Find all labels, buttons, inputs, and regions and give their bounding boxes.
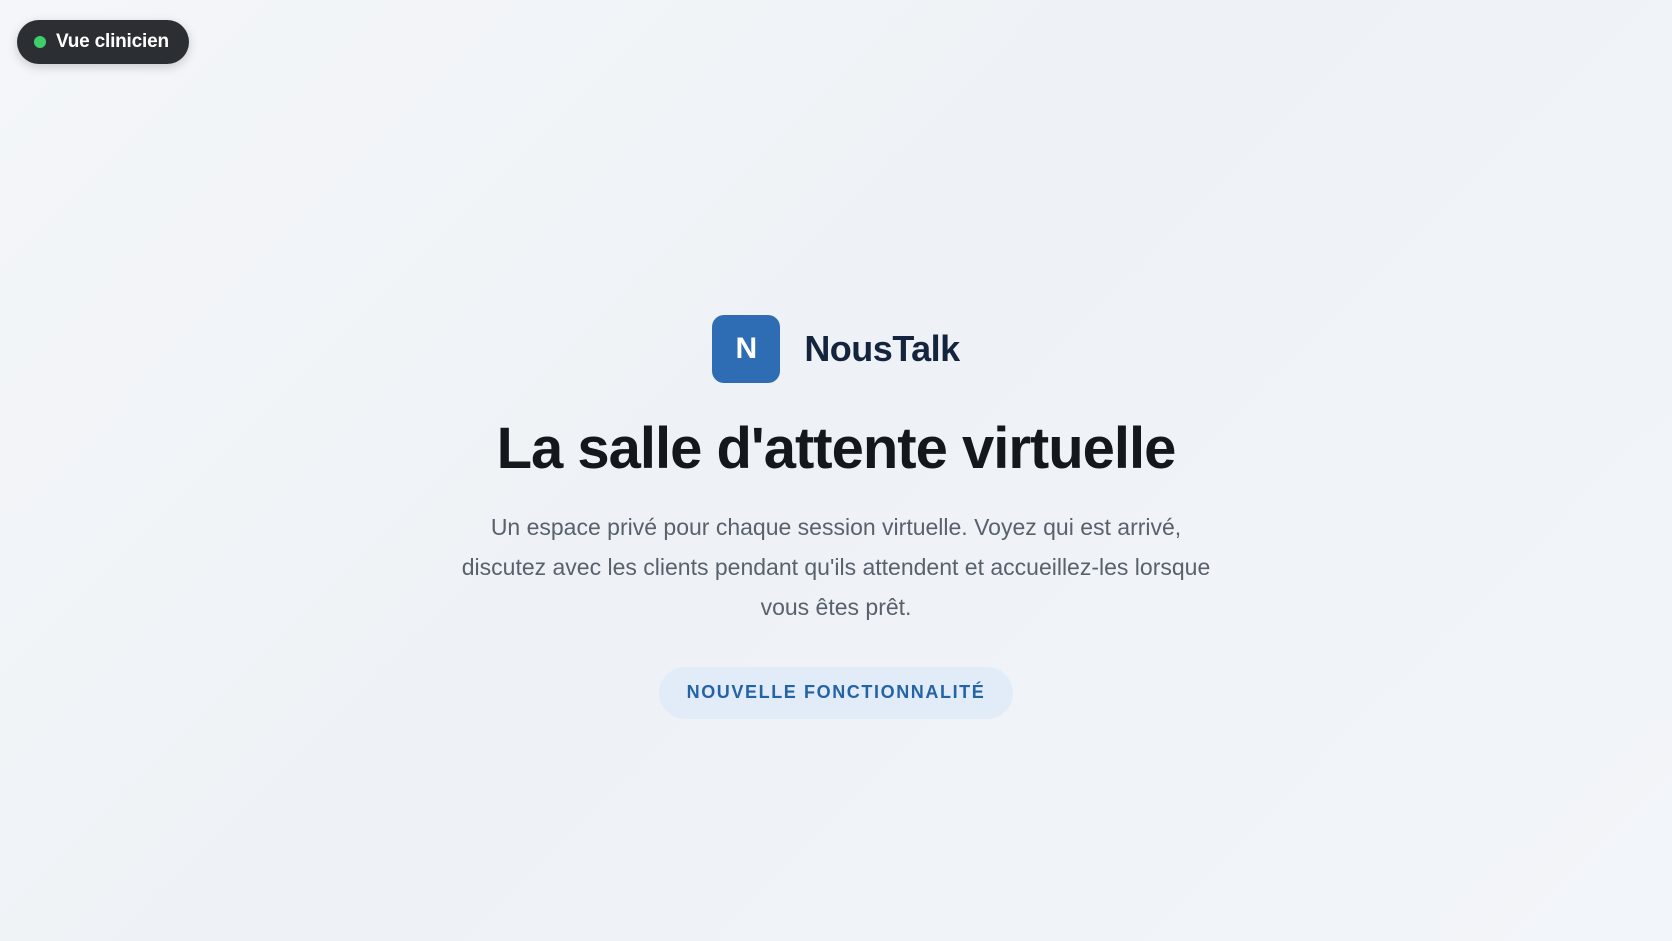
brand: N NousTalk: [712, 315, 960, 383]
clinician-view-label: Vue clinicien: [56, 31, 169, 52]
new-feature-badge: NOUVELLE FONCTIONNALITÉ: [658, 666, 1014, 719]
status-dot-icon: [34, 36, 46, 48]
hero-section: N NousTalk La salle d'attente virtuelle …: [0, 315, 1672, 719]
brand-name: NousTalk: [804, 328, 960, 369]
page-subtitle: Un espace privé pour chaque session virt…: [461, 513, 1211, 620]
brand-logo-icon: N: [712, 315, 781, 383]
clinician-view-toggle[interactable]: Vue clinicien: [17, 20, 189, 64]
page-title: La salle d'attente virtuelle: [496, 416, 1177, 481]
